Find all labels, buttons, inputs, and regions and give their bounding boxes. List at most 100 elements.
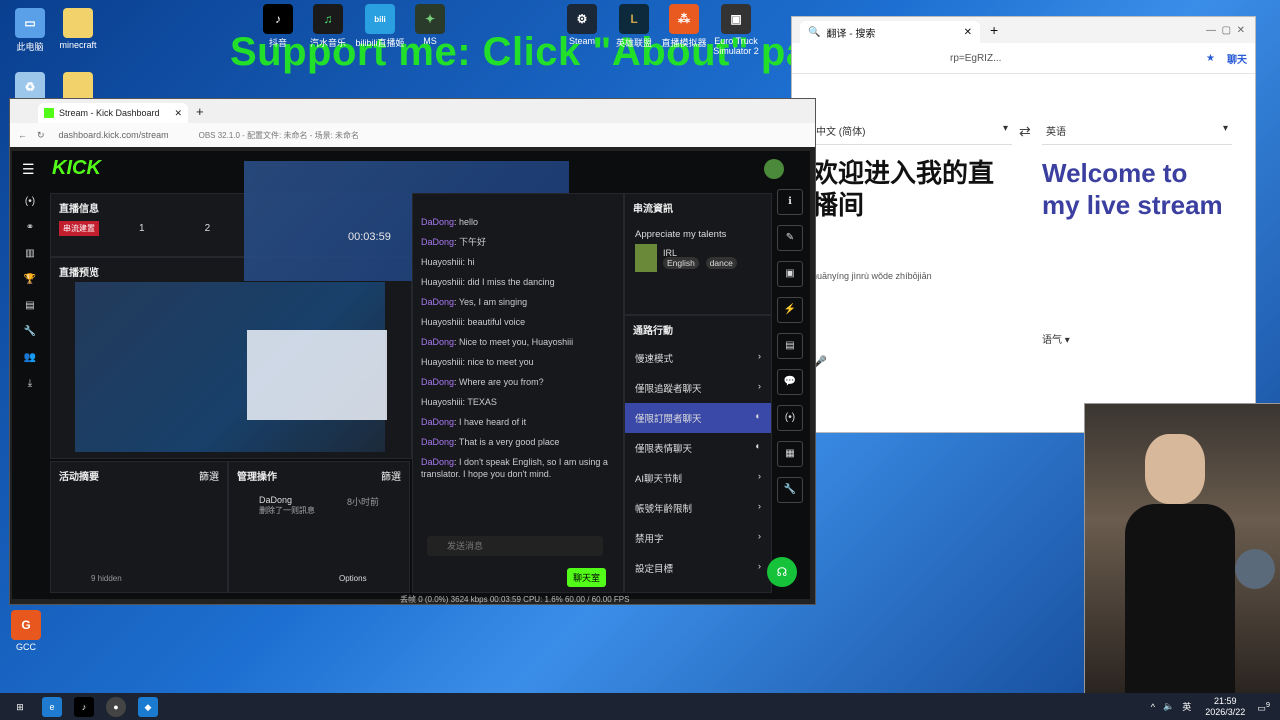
chat-username[interactable]: Huayoshiii (421, 397, 463, 407)
options-button[interactable]: Options (339, 574, 367, 583)
chevron-right-icon[interactable]: › (758, 531, 761, 545)
chat-username[interactable]: DaDong (421, 437, 454, 447)
chat-text: Yes, I am singing (458, 297, 528, 307)
chevron-right-icon[interactable]: › (758, 561, 761, 575)
desktop-icon-music[interactable]: ♫ 汽水音乐 (298, 4, 358, 49)
channel-action-item[interactable]: 僅限訂閱者聊天 ◐ (625, 403, 771, 433)
target-lang-select[interactable]: 英语 ▾ (1042, 117, 1232, 145)
chevron-right-icon[interactable]: › (758, 501, 761, 515)
new-tab-icon[interactable]: + (990, 22, 998, 38)
bolt-icon[interactable]: ⚡ (777, 297, 803, 323)
obs-icon[interactable]: ● (106, 696, 126, 717)
source-text[interactable]: 欢迎进入我的直播间 (812, 157, 1012, 221)
wrench-icon[interactable]: 🔧 (12, 319, 48, 345)
tone-select[interactable]: 语气 ▾ (1042, 331, 1232, 346)
chat-username[interactable]: Huayoshiii (421, 257, 463, 267)
translate-tab[interactable]: 🔍 翻译 - 搜索 ✕ (800, 21, 980, 43)
broadcast-icon[interactable]: (•) (777, 405, 803, 431)
doc-icon[interactable]: ▤ (777, 333, 803, 359)
desktop-icon-minecraft[interactable]: minecraft (48, 8, 108, 50)
layout-icon[interactable]: ▦ (777, 441, 803, 467)
target-lang: 英语 (1046, 127, 1066, 138)
edge-icon[interactable]: e (42, 696, 62, 717)
source-lang-select[interactable]: 中文 (简体) ▾ (812, 117, 1012, 145)
kick-address-bar[interactable]: ← ↻ dashboard.kick.com/stream OBS 32.1.0… (10, 123, 815, 147)
tiktok-icon[interactable]: ♪ (74, 696, 94, 717)
chevron-right-icon[interactable]: › (758, 351, 761, 365)
chat-username[interactable]: DaDong (421, 337, 454, 347)
chat-username[interactable]: DaDong (421, 417, 454, 427)
clock[interactable]: 21:59 2026/3/22 (1205, 696, 1245, 718)
status-badge: 串流建置 (59, 221, 99, 236)
trophy-icon[interactable]: 🏆 (12, 267, 48, 293)
chat-username[interactable]: DaDong (421, 377, 454, 387)
notification-icon[interactable]: ▭9 (1257, 700, 1270, 714)
desktop-icon-gcc[interactable]: G GCC (0, 610, 56, 652)
activity-filter-button[interactable]: 篩選 (199, 468, 219, 483)
chat-input[interactable]: 发送消息 (427, 536, 603, 556)
link-icon[interactable]: ⚭ (12, 215, 48, 241)
channel-action-item[interactable]: 帳號年齡限制 › (625, 493, 771, 523)
desktop-icon-network[interactable]: ⁂ 直播模拟器 (654, 4, 714, 49)
menu-icon[interactable]: ☰ (22, 161, 35, 178)
users-icon[interactable]: 👥 (12, 345, 48, 371)
channel-actions-panel: 通路行動 慢速模式 › 僅限追蹤者聊天 › 僅限訂閱者聊天 ◐ 僅限表情聊天 ◐ AI聊天节制 ›… (624, 315, 772, 593)
kick-logo[interactable]: KICK (52, 157, 101, 180)
chevron-up-icon[interactable]: ^ (1151, 702, 1155, 712)
chart-icon[interactable]: ▥ (12, 241, 48, 267)
chat-username[interactable]: DaDong (421, 457, 454, 467)
chat-button[interactable]: 聊天 (1227, 51, 1247, 66)
mic-icon[interactable]: 🎤 (812, 355, 1012, 369)
channel-action-item[interactable]: 僅限表情聊天 ◐ (625, 433, 771, 463)
window-controls[interactable]: — ▢ ✕ (1206, 25, 1245, 36)
volume-icon[interactable]: 🔈 (1163, 701, 1174, 712)
swap-icon[interactable]: ⇄ (1019, 123, 1031, 140)
chat-username[interactable]: Huayoshiii (421, 357, 463, 367)
translate-address-bar[interactable]: rp=EgRIZ... ★ 聊天 (792, 43, 1255, 74)
kick-tab[interactable]: Stream - Kick Dashboard ✕ (38, 103, 188, 123)
broadcast-icon[interactable]: (•) (12, 189, 48, 215)
close-icon[interactable]: ✕ (964, 27, 972, 38)
channel-action-item[interactable]: 慢速模式 › (625, 343, 771, 373)
info-icon[interactable]: ℹ (777, 189, 803, 215)
chat-icon[interactable]: 💬 (777, 369, 803, 395)
chat-username[interactable]: Huayoshiii (421, 277, 463, 287)
back-icon[interactable]: ← (18, 130, 27, 140)
desktop-icon-ms[interactable]: ✦ MS (400, 4, 460, 46)
toggle-switch[interactable]: ◐ (755, 411, 761, 425)
wrench-icon[interactable]: 🔧 (777, 477, 803, 503)
chat-text: nice to meet you (467, 357, 534, 367)
windows-start-icon[interactable]: ⊞ (10, 697, 30, 717)
chat-username[interactable]: Huayoshiii (421, 317, 463, 327)
new-tab-icon[interactable]: + (196, 104, 204, 119)
tiktok-icon: ♪ (263, 4, 293, 34)
star-icon[interactable]: ★ (1206, 53, 1215, 64)
headset-icon[interactable]: ☊ (767, 557, 797, 587)
chat-username[interactable]: DaDong (421, 237, 454, 247)
channel-action-item[interactable]: 禁用字 › (625, 523, 771, 553)
toggle-switch[interactable]: ◐ (755, 441, 761, 455)
translate-tab-title: 翻译 - 搜索 (826, 28, 876, 40)
download-icon[interactable]: ⤓ (12, 371, 48, 397)
language-indicator[interactable]: 英 (1182, 700, 1191, 713)
manage-filter-button[interactable]: 篩選 (381, 468, 401, 483)
close-icon[interactable]: ✕ (174, 108, 182, 119)
desktop-icon-truck[interactable]: ▣ Euro Truck Simulator 2 (706, 4, 766, 56)
screen-icon[interactable]: ▣ (777, 261, 803, 287)
app-icon[interactable]: ◆ (138, 696, 158, 717)
chat-username[interactable]: DaDong (421, 297, 454, 307)
chevron-right-icon[interactable]: › (758, 471, 761, 485)
reload-icon[interactable]: ↻ (37, 130, 45, 141)
manage-panel: 管理操作 篩選 DaDong 8小时前 删除了一则訊息 Options (228, 461, 410, 593)
chat-send-button[interactable]: 聊天室 (567, 568, 607, 587)
channel-action-item[interactable]: AI聊天节制 › (625, 463, 771, 493)
desktop-icon-steam[interactable]: ⚙ Steam (552, 4, 612, 46)
layout-icon[interactable]: ▤ (12, 293, 48, 319)
kick-tabbar: Stream - Kick Dashboard ✕ + (10, 99, 815, 123)
chevron-right-icon[interactable]: › (758, 381, 761, 395)
channel-action-item[interactable]: 僅限追蹤者聊天 › (625, 373, 771, 403)
avatar[interactable] (764, 159, 784, 179)
edit-icon[interactable]: ✎ (777, 225, 803, 251)
chat-username[interactable]: DaDong (421, 217, 454, 227)
channel-action-item[interactable]: 設定目標 › (625, 553, 771, 583)
